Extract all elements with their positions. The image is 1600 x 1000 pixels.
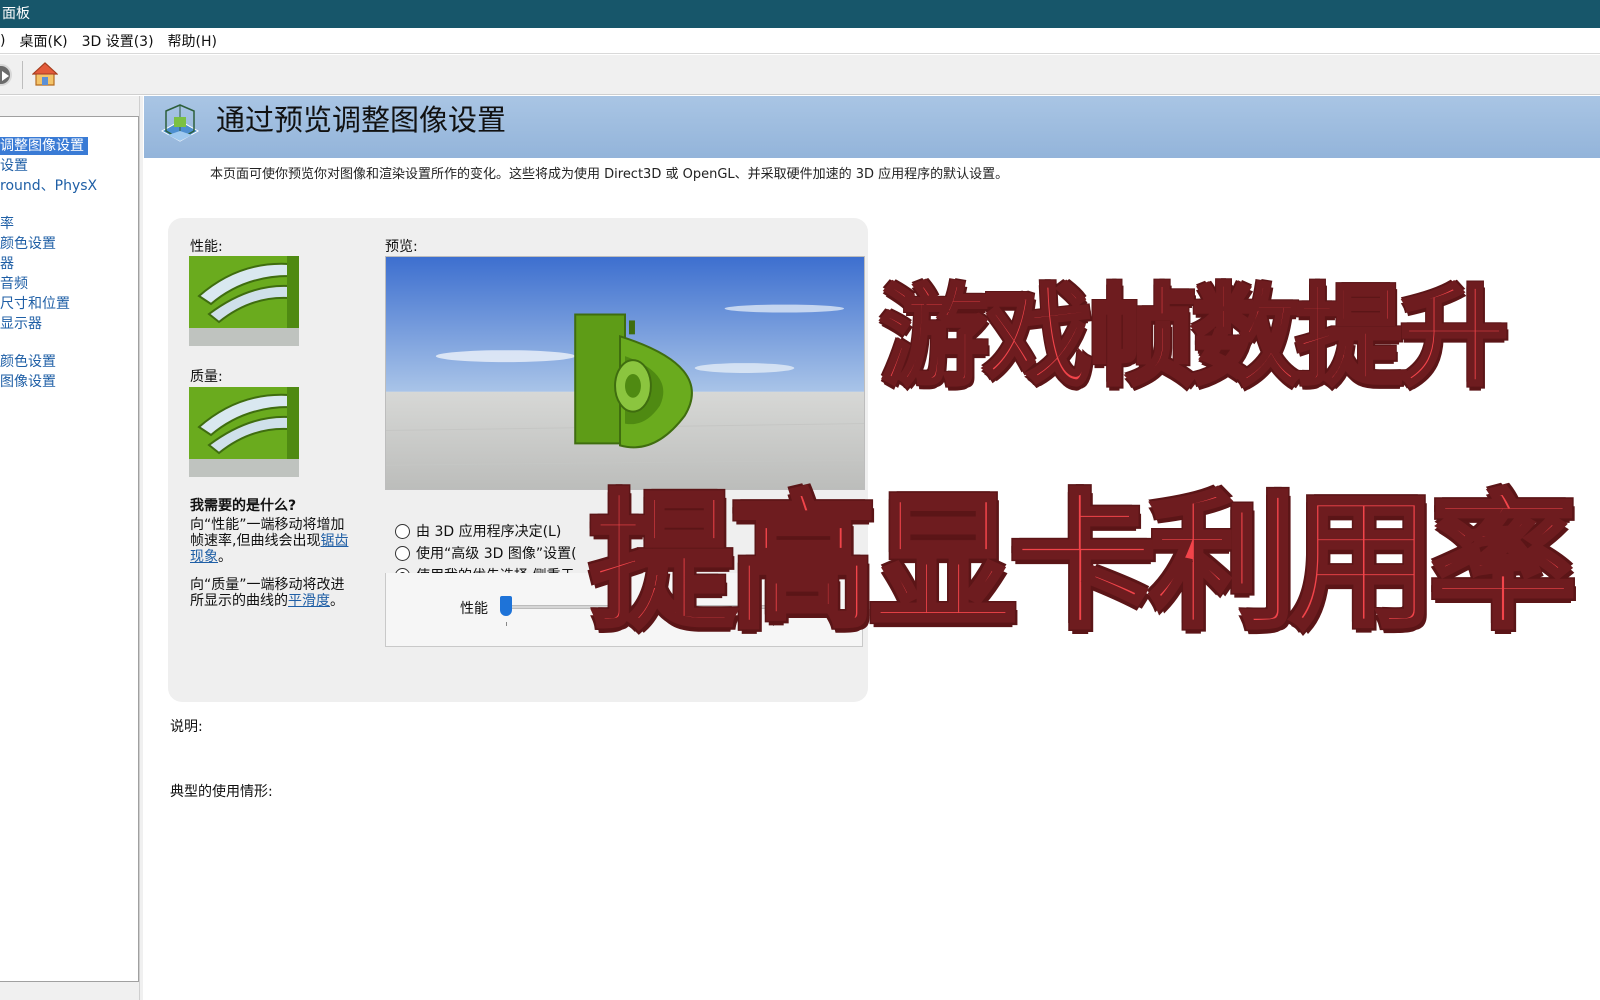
slider-tick <box>506 622 507 626</box>
window-title: 面板 <box>2 6 30 22</box>
option-advanced-settings[interactable]: 使用“高级 3D 图像”设置( <box>395 543 577 563</box>
quality-label: 质量: <box>190 369 223 385</box>
tree-item-settings[interactable]: 设置 <box>0 157 28 175</box>
menu-item-partial[interactable]: ) <box>0 33 5 49</box>
tree-item-audio[interactable]: 音频 <box>0 275 28 293</box>
tree-item-rate[interactable]: 率 <box>0 215 14 233</box>
smoothness-link[interactable]: 平滑度 <box>288 593 330 609</box>
radio-advanced-settings[interactable] <box>395 545 410 561</box>
notes-label: 说明: <box>170 719 203 735</box>
forward-icon[interactable] <box>0 64 12 86</box>
help-performance-text: 向“性能”一端移动将增加帧速率,但曲线会出现锯齿现象。 <box>190 517 349 565</box>
menu-item-3d-settings[interactable]: 3D 设置(3) <box>82 31 154 51</box>
performance-label: 性能: <box>190 239 223 255</box>
tree-item-color-settings[interactable]: 颜色设置 <box>0 235 56 253</box>
page-header: 通过预览调整图像设置 <box>144 96 1600 158</box>
preview-label: 预览: <box>385 239 418 255</box>
tree-item-device[interactable]: 器 <box>0 255 14 273</box>
overlay-subheadline: 提高显卡利用率 <box>588 476 1579 651</box>
tree-item-display[interactable]: 显示器 <box>0 315 42 333</box>
home-icon[interactable] <box>32 61 58 87</box>
toolbar-separator <box>22 61 23 89</box>
menu-bar: ) 桌面(K) 3D 设置(3) 帮助(H) <box>0 28 1600 54</box>
task-tree: 调整图像设置 设置 round、PhysX 率 颜色设置 器 音频 尺寸和位置 … <box>0 116 139 982</box>
slider-min-label: 性能 <box>460 601 488 617</box>
help-quality-text: 向“质量”一端移动将改进所显示的曲线的平滑度。 <box>190 577 345 609</box>
tree-item-physx[interactable]: round、PhysX <box>0 177 97 195</box>
navigation-panel: 调整图像设置 设置 round、PhysX 率 颜色设置 器 音频 尺寸和位置 … <box>0 96 142 1000</box>
title-bar: 面板 <box>0 0 1600 28</box>
tree-item-adjust-image[interactable]: 调整图像设置 <box>0 137 88 155</box>
toolbar <box>0 55 1600 95</box>
tree-item-video-color[interactable]: 颜色设置 <box>0 353 56 371</box>
tree-item-size-position[interactable]: 尺寸和位置 <box>0 295 70 313</box>
quality-thumbnail <box>189 387 299 477</box>
page-description: 本页面可使你预览你对图像和渲染设置所作的变化。这些将成为使用 Direct3D … <box>210 167 1009 182</box>
tree-item-video-image[interactable]: 图像设置 <box>0 373 56 391</box>
panel-splitter[interactable] <box>139 96 143 1000</box>
menu-item-desktop[interactable]: 桌面(K) <box>19 31 67 51</box>
overlay-headline: 游戏帧数提升 <box>878 273 1510 402</box>
preference-slider-thumb[interactable] <box>500 596 512 616</box>
usage-label: 典型的使用情形: <box>170 784 273 800</box>
3d-settings-icon <box>160 104 200 142</box>
menu-item-help[interactable]: 帮助(H) <box>168 31 217 51</box>
page-title: 通过预览调整图像设置 <box>216 103 507 137</box>
help-heading: 我需要的是什么? <box>190 498 297 514</box>
option-app-controlled[interactable]: 由 3D 应用程序决定(L) <box>395 521 561 541</box>
radio-app-controlled[interactable] <box>395 523 410 539</box>
performance-thumbnail <box>189 256 299 346</box>
